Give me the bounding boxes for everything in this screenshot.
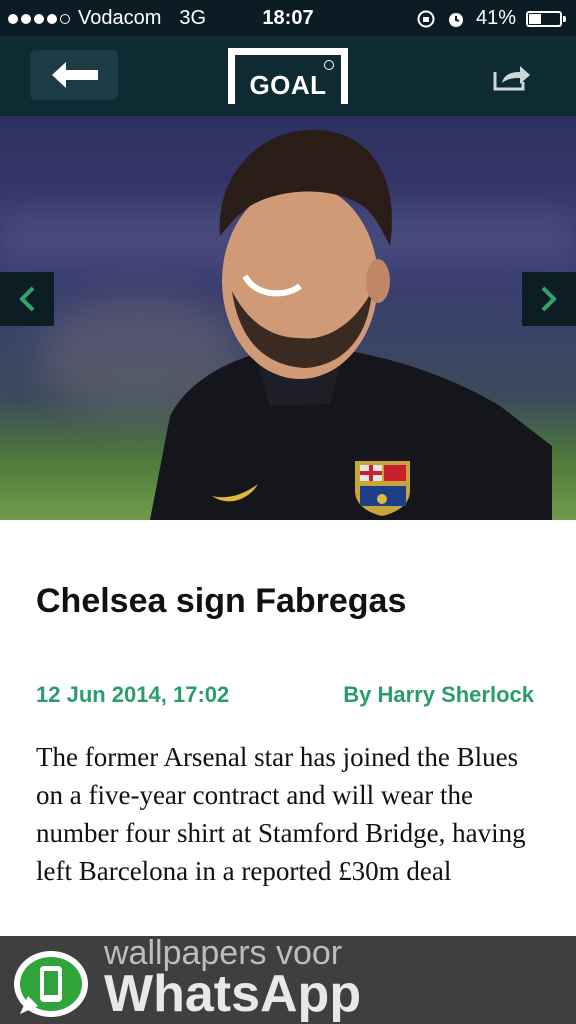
previous-image-button[interactable] — [0, 272, 54, 326]
back-arrow-icon — [52, 62, 98, 88]
whatsapp-logo-icon — [14, 951, 88, 1017]
chevron-right-icon — [541, 286, 557, 312]
battery-percent: 41% — [475, 7, 516, 29]
article-date: 12 Jun 2014, 17:02 — [36, 682, 230, 707]
share-button[interactable] — [492, 64, 532, 97]
article-body: The former Arsenal star has joined the B… — [36, 742, 526, 886]
share-icon — [493, 66, 530, 91]
nav-bar: GOAL — [0, 36, 576, 116]
status-right: 41% — [416, 7, 566, 30]
next-image-button[interactable] — [522, 272, 576, 326]
watermark-line2: WhatsApp — [104, 965, 362, 1023]
chevron-left-icon — [19, 286, 35, 312]
logo-text: GOAL — [249, 70, 327, 100]
article-title: Chelsea sign Fabregas — [36, 582, 407, 620]
status-bar: Vodacom 3G 18:07 41% — [0, 0, 576, 36]
goal-logo: GOAL — [228, 48, 348, 104]
article-author[interactable]: By Harry Sherlock — [343, 682, 534, 708]
hero-image — [0, 116, 576, 520]
battery-icon — [526, 10, 566, 27]
player-photo — [150, 129, 552, 520]
rotation-lock-icon — [417, 10, 435, 27]
alarm-icon — [448, 12, 463, 27]
back-button[interactable] — [30, 50, 118, 100]
